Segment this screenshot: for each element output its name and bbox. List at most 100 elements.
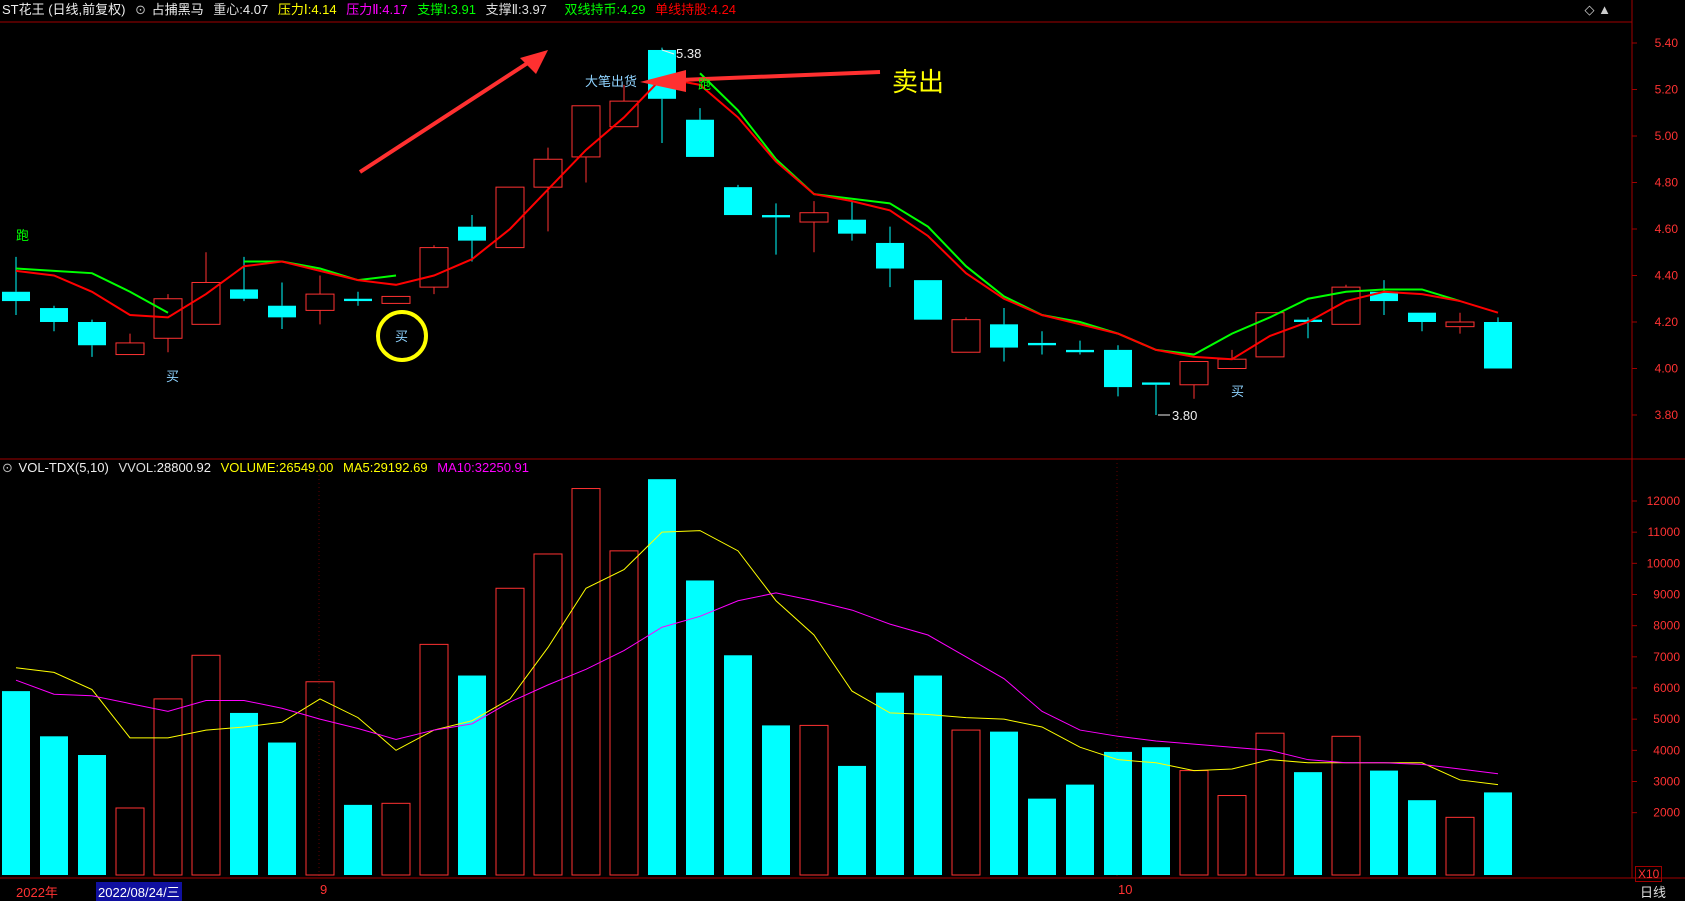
run-signal-label: 跑	[16, 228, 29, 243]
vvol-label: VVOL:	[118, 460, 157, 475]
candle-body-down	[78, 322, 106, 346]
candle-body-down	[1408, 312, 1436, 322]
price-tick-label: 5.20	[1655, 83, 1679, 97]
candle-body-down	[268, 305, 296, 318]
volume-bar-down	[724, 655, 752, 875]
year-label: 2022年	[16, 885, 58, 900]
window-control-icons[interactable]: ◇ ▲	[1585, 2, 1611, 18]
volume-bar-up	[1255, 732, 1285, 876]
stock-chart[interactable]: 5.40 5.20 5.00 4.80 4.60 4.40 4.20 4.00 3.80 1200…	[0, 0, 1685, 901]
shuangxian-label: 双线持币:	[564, 2, 621, 17]
volume-tick-label: 8000	[1653, 619, 1680, 633]
period-button[interactable]: 日线	[1640, 882, 1666, 901]
candle-body-down	[1142, 382, 1170, 385]
yali2-label: 压力Ⅱ:	[346, 2, 383, 17]
volume-bar-down	[1408, 800, 1436, 875]
yali2-value: 4.17	[382, 2, 408, 17]
month-9-label: 9	[320, 882, 328, 897]
zhicheng1-label: 支撑Ⅰ:	[417, 2, 451, 17]
volume-bar-down	[686, 580, 714, 875]
candle-body-down	[1484, 322, 1512, 369]
candle-body-up	[419, 247, 449, 288]
volume-bar-up	[495, 587, 525, 876]
big-sell-annotation: 大笔出货	[585, 74, 637, 89]
volume-bar-up	[191, 654, 221, 876]
red-line	[15, 76, 1499, 361]
danxian-label: 单线持股:	[655, 2, 711, 17]
price-tick-label: 5.40	[1655, 36, 1679, 50]
yali1-value: 4.14	[311, 2, 337, 17]
volume-bar-down	[1484, 792, 1512, 875]
volume-toggle-icon[interactable]: ⊙	[2, 460, 13, 475]
volume-bar-up	[951, 729, 981, 876]
price-tick-label: 4.00	[1655, 362, 1679, 376]
low-price-label: 3.80	[1172, 408, 1197, 423]
candle-body-down	[838, 219, 866, 234]
candle-body-down	[230, 289, 258, 299]
stock-title[interactable]: ST花王 (日线,前复权)	[2, 2, 126, 17]
candle-body-up	[115, 342, 145, 356]
indicator-name[interactable]: 占捕黑马	[152, 2, 204, 17]
candle-body-up	[1445, 321, 1475, 328]
run-signal-label: 跑	[698, 77, 711, 92]
price-tick-label: 4.40	[1655, 269, 1679, 283]
yali1-label: 压力Ⅰ:	[277, 2, 312, 17]
price-tick-label: 4.60	[1655, 222, 1679, 236]
candle-body-down	[724, 187, 752, 216]
volume-bar-down	[648, 479, 676, 875]
volume-tick-label: 3000	[1653, 775, 1680, 789]
zoom-label[interactable]: X10	[1635, 866, 1663, 882]
candle-body-down	[458, 226, 486, 241]
volume-bar-up	[153, 698, 183, 876]
candle-body-up	[533, 158, 563, 188]
volume-tick-label: 10000	[1647, 556, 1681, 570]
volume-bar-down	[914, 675, 942, 875]
volume-bar-down	[1104, 751, 1132, 875]
volume-bar-down	[990, 731, 1018, 875]
volume-bar-down	[78, 755, 106, 875]
zhongxin-value: 4.07	[242, 2, 269, 17]
indicator-toggle-icon[interactable]: ⊙	[135, 2, 146, 17]
shuangxian-value: 4.29	[620, 2, 646, 17]
candle-body-up	[1179, 361, 1209, 386]
candle-body-down	[1066, 349, 1094, 353]
month-10-label: 10	[1118, 882, 1133, 897]
cursor-date: 2022/08/24/三	[96, 882, 182, 901]
candle-body-up	[1217, 358, 1247, 370]
ma5-label: MA5:	[343, 460, 374, 475]
candle-body-down	[344, 298, 372, 302]
candle-body-up	[381, 295, 411, 304]
volume-bar-down	[1294, 772, 1322, 875]
volume-bar-up	[381, 802, 411, 876]
volume-bar-up	[1445, 816, 1475, 876]
up-arrow-head	[520, 50, 548, 74]
volume-bar-down	[344, 804, 372, 875]
up-arrow-shaft	[358, 53, 542, 174]
volume-value: 26549.00	[279, 460, 334, 475]
volume-bar-up	[305, 681, 335, 876]
zhicheng2-label: 支撑Ⅱ:	[485, 2, 522, 17]
vvol-value: 28800.92	[156, 460, 211, 475]
volume-bar-down	[230, 712, 258, 875]
volume-header: ⊙ VOL-TDX(5,10) VVOL:28800.92 VOLUME:265…	[0, 458, 535, 478]
candle-body-down	[762, 215, 790, 218]
candle-body-up	[191, 281, 221, 325]
price-tick-label: 3.80	[1655, 408, 1679, 422]
sell-annotation: 卖出	[892, 67, 944, 97]
zhongxin-label: 重心:	[213, 2, 243, 17]
volume-tick-label: 9000	[1653, 588, 1680, 602]
volume-tick-label: 11000	[1648, 525, 1681, 539]
high-price-label: 5.38	[676, 46, 701, 61]
candle-body-down	[1028, 342, 1056, 346]
green-line-segment-1	[15, 267, 169, 314]
volume-tick-label: 4000	[1653, 743, 1680, 757]
volume-bar-down	[1066, 784, 1094, 875]
volume-indicator-name[interactable]: VOL-TDX(5,10)	[19, 460, 109, 475]
volume-bar-down	[876, 692, 904, 875]
danxian-value: 4.24	[710, 2, 737, 17]
candle-body-up	[305, 293, 335, 311]
volume-bar-up	[799, 724, 829, 876]
volume-bar-down	[762, 725, 790, 875]
volume-label: VOLUME:	[220, 460, 280, 475]
price-tick-label: 5.00	[1655, 129, 1679, 143]
